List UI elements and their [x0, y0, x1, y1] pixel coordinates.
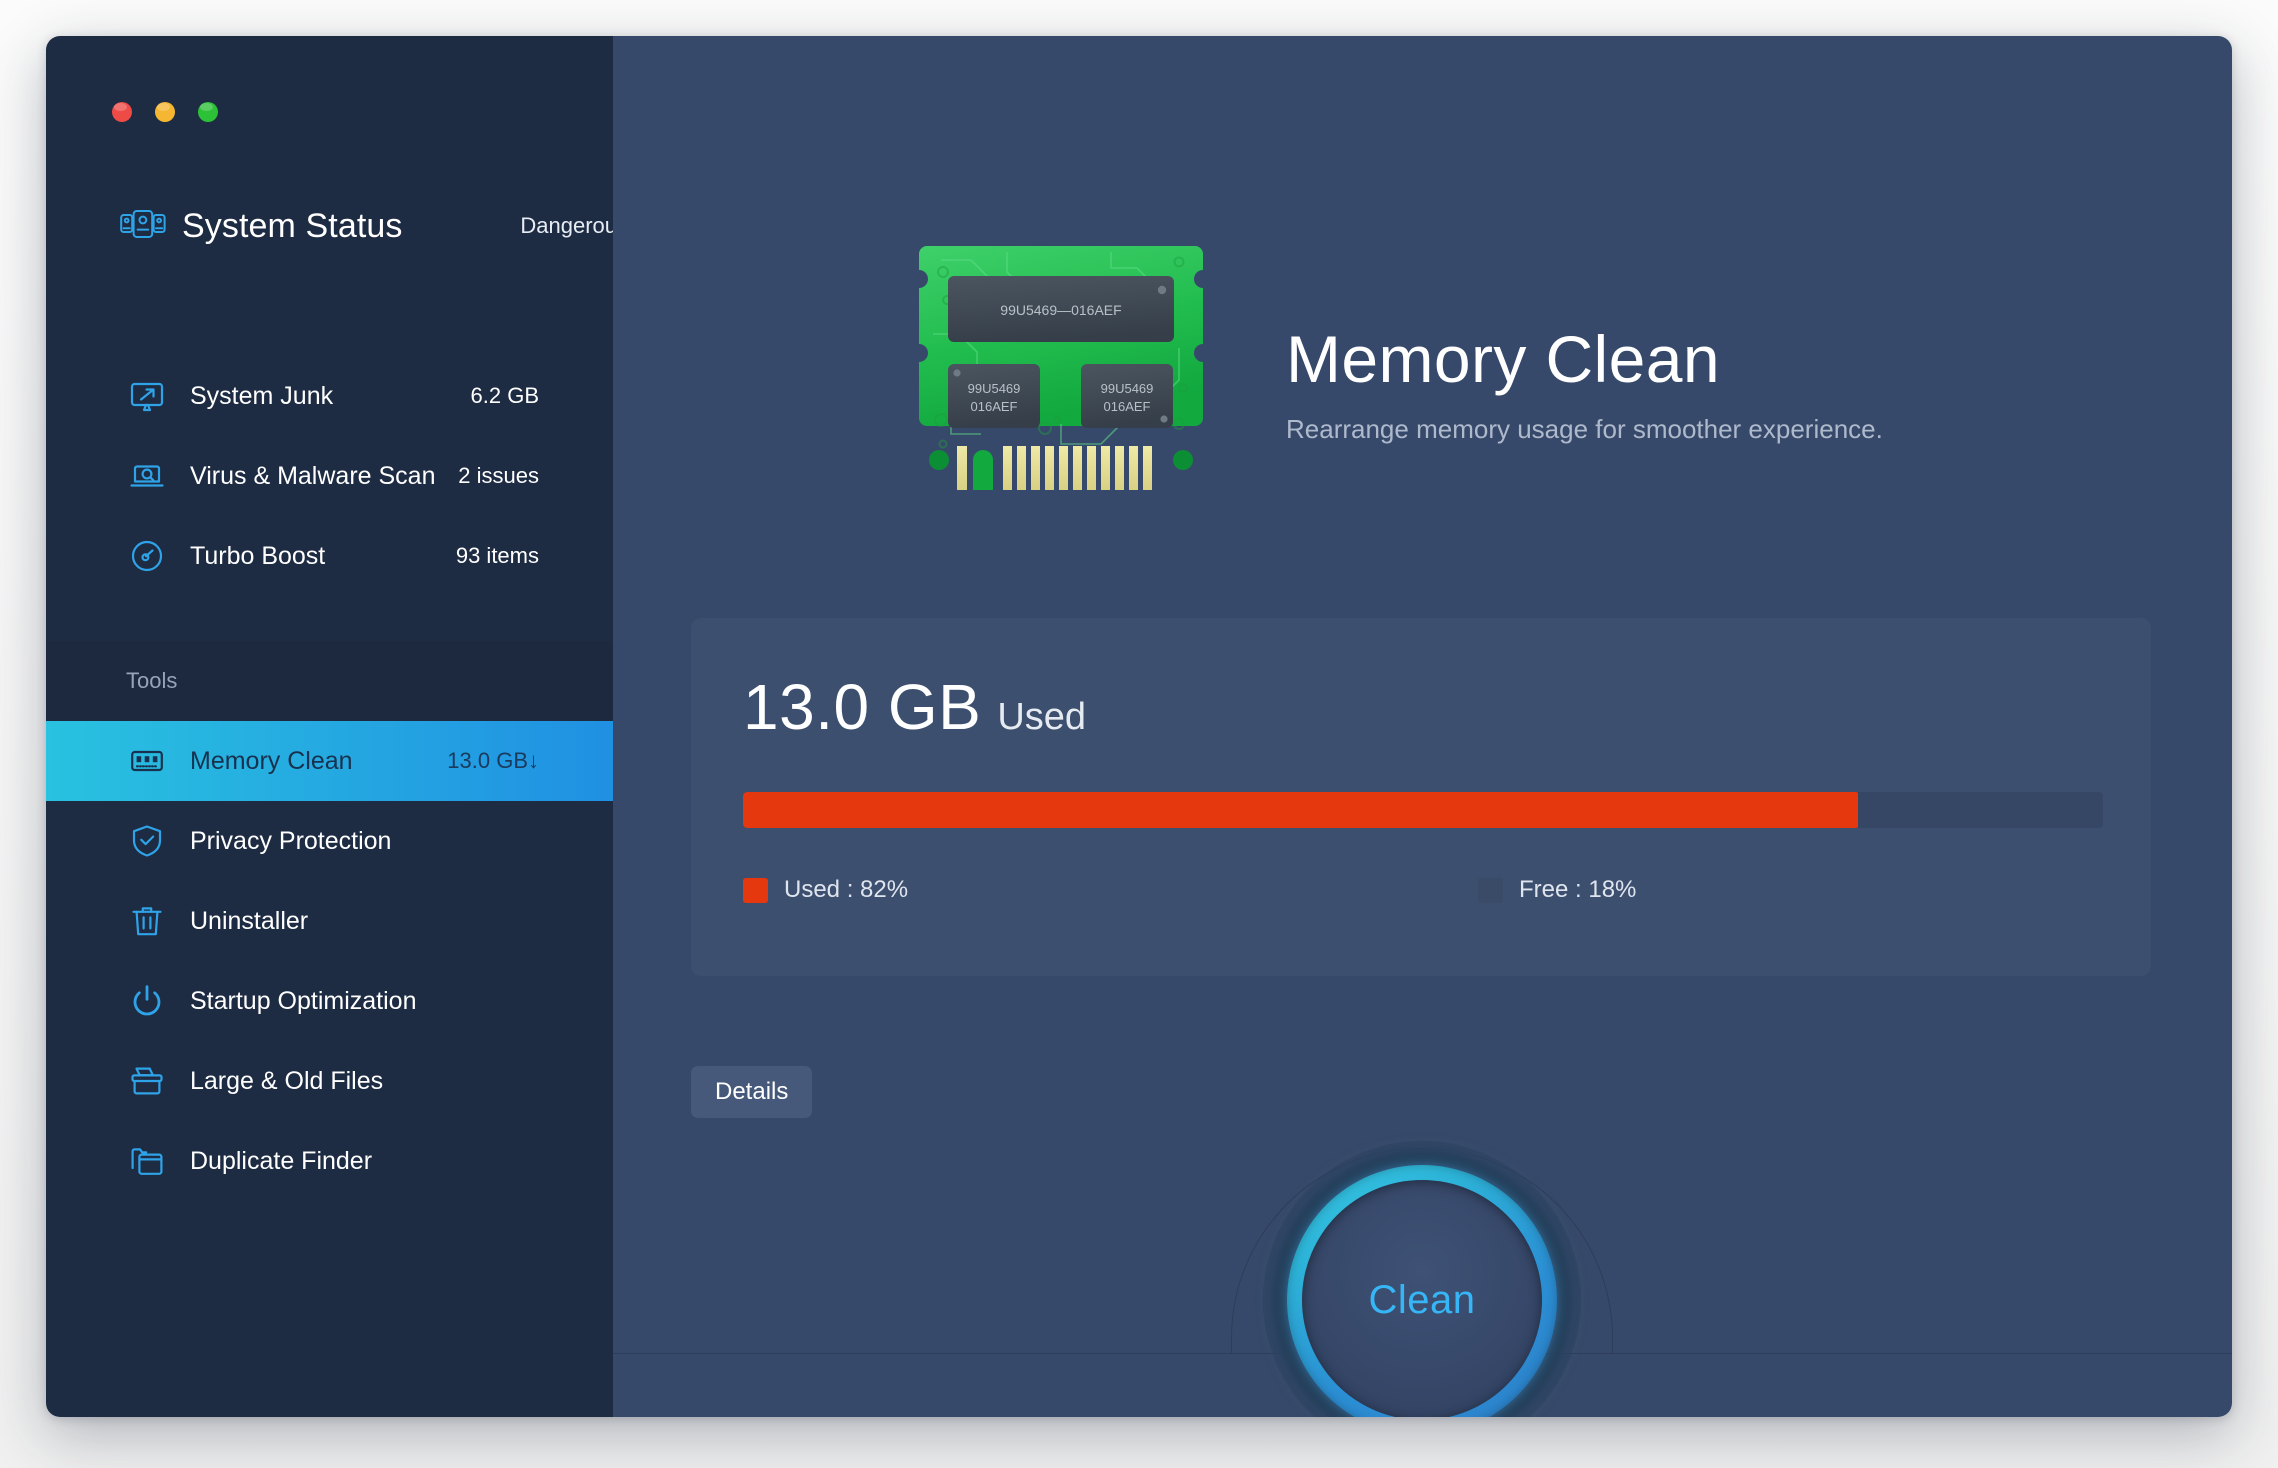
sidebar-item-privacy-protection[interactable]: Privacy Protection [46, 801, 613, 881]
sidebar-item-label: Virus & Malware Scan [190, 461, 436, 490]
power-icon [130, 984, 164, 1018]
shield-check-icon [130, 824, 164, 858]
system-status-icon [120, 209, 166, 243]
memory-used-amount: 13.0 GB [743, 671, 982, 743]
chip-label-top: 99U5469—016AEF [1000, 302, 1121, 318]
laptop-search-icon [130, 459, 164, 493]
sidebar-item-label: System Junk [190, 381, 334, 410]
hero-text-block: Memory Clean Rearrange memory usage for … [1286, 326, 1883, 445]
zoom-button[interactable] [198, 102, 218, 122]
sidebar-item-label: Uninstaller [190, 906, 309, 935]
tools-section-label: Tools [126, 668, 178, 693]
system-status-state: Dangerous [520, 213, 628, 238]
sidebar-item-value: 2 issues [458, 463, 539, 488]
system-status-title: System Status [182, 206, 403, 245]
sidebar-item-label: Large & Old Files [190, 1066, 384, 1095]
memory-usage-headline: 13.0 GB Used [743, 670, 1086, 744]
sidebar: System Status Dangerous System Junk 6.2 [46, 36, 628, 1417]
main-content: 99U5469—016AEF 99U5469 016AEF 99U5469 01… [613, 36, 2232, 1417]
sidebar-item-value: 6.2 GB [470, 383, 539, 408]
sidebar-item-value: 13.0 GB↓ [447, 748, 539, 773]
chip-label-left-1: 99U5469 [968, 381, 1021, 396]
sidebar-item-system-junk[interactable]: System Junk 6.2 GB [46, 356, 613, 436]
close-button[interactable] [112, 102, 132, 122]
chip-label-right-1: 99U5469 [1101, 381, 1154, 396]
legend-swatch-free [1478, 877, 1503, 903]
speedometer-icon [130, 539, 164, 573]
sidebar-item-uninstaller[interactable]: Uninstaller [46, 881, 613, 961]
sidebar-item-virus-malware-scan[interactable]: Virus & Malware Scan 2 issues [46, 436, 613, 516]
memory-used-label: Used [997, 696, 1087, 738]
sidebar-item-startup-optimization[interactable]: Startup Optimization [46, 961, 613, 1041]
sidebar-item-label: Startup Optimization [190, 986, 417, 1015]
clean-button-ring: Clean [1287, 1165, 1557, 1417]
sidebar-primary-nav: System Junk 6.2 GB Virus & Malware Scan … [46, 356, 613, 596]
system-status-row[interactable]: System Status Dangerous [120, 204, 628, 248]
duplicate-folder-icon [130, 1144, 164, 1178]
screen: System Status Dangerous System Junk 6.2 [0, 0, 2278, 1468]
sidebar-item-label: Turbo Boost [190, 541, 326, 570]
monitor-arrow-icon [130, 379, 164, 413]
ram-stick-icon [130, 744, 164, 778]
clean-button[interactable]: Clean [1263, 1141, 1581, 1417]
legend-label-used: Used : 82% [784, 876, 909, 903]
memory-usage-card: 13.0 GB Used Used : 82% Free : 18% [691, 618, 2151, 976]
details-button-label: Details [715, 1078, 789, 1105]
legend-swatch-used [743, 877, 768, 903]
chip-label-left-2: 016AEF [971, 399, 1018, 414]
sidebar-item-memory-clean[interactable]: Memory Clean 13.0 GB↓ [46, 721, 613, 801]
window-controls [112, 102, 218, 122]
sidebar-tools-nav: Memory Clean 13.0 GB↓ Privacy Protection [46, 721, 613, 1201]
sidebar-item-label: Privacy Protection [190, 826, 392, 855]
page-title: Memory Clean [1286, 322, 1720, 396]
sidebar-item-value: 93 items [455, 543, 539, 568]
clean-button-label: Clean [1368, 1277, 1476, 1322]
sidebar-item-duplicate-finder[interactable]: Duplicate Finder [46, 1121, 613, 1201]
chip-label-right-2: 016AEF [1104, 399, 1151, 414]
legend-item-free: Free : 18% [1478, 876, 1636, 904]
archive-box-icon [130, 1064, 164, 1098]
tools-section-header: Tools [46, 641, 613, 721]
clean-button-face: Clean [1302, 1180, 1542, 1417]
sidebar-item-label: Duplicate Finder [190, 1146, 373, 1175]
app-window: System Status Dangerous System Junk 6.2 [46, 36, 2232, 1417]
ram-stick-illustration: 99U5469—016AEF 99U5469 016AEF 99U5469 01… [911, 238, 1211, 490]
minimize-button[interactable] [155, 102, 175, 122]
memory-usage-legend: Used : 82% Free : 18% [743, 876, 2103, 908]
memory-usage-bar [743, 792, 2103, 828]
sidebar-item-turbo-boost[interactable]: Turbo Boost 93 items [46, 516, 613, 596]
details-button[interactable]: Details [691, 1066, 813, 1118]
page-subtitle: Rearrange memory usage for smoother expe… [1286, 414, 1883, 444]
trash-icon [130, 904, 164, 938]
sidebar-item-large-old-files[interactable]: Large & Old Files [46, 1041, 613, 1121]
sidebar-item-label: Memory Clean [190, 746, 353, 775]
legend-label-free: Free : 18% [1519, 876, 1637, 903]
legend-item-used: Used : 82% [743, 876, 908, 904]
memory-usage-bar-fill [743, 792, 1859, 828]
